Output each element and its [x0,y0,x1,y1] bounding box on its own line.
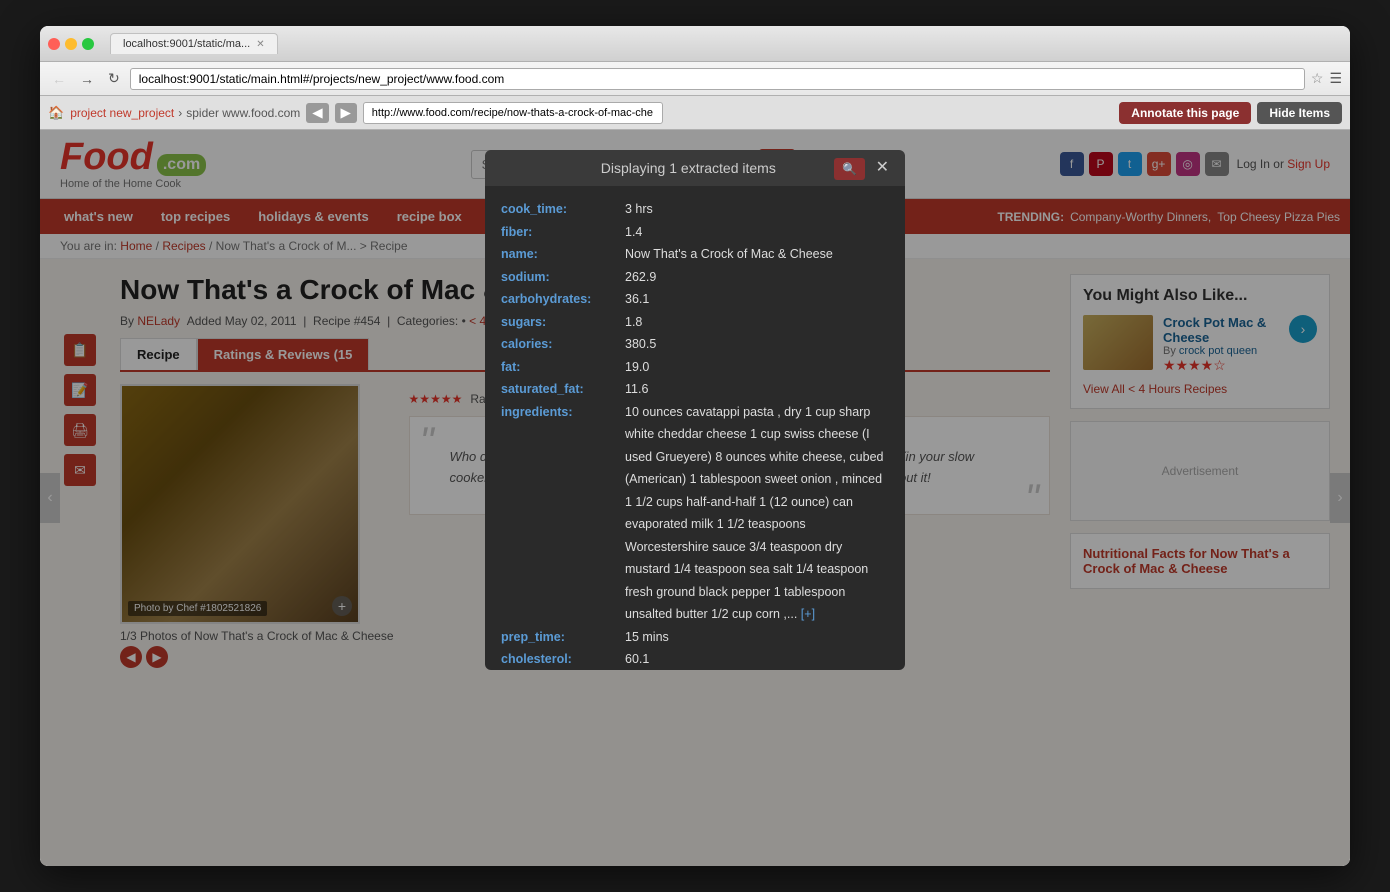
field-value: 3 hrs [625,198,889,221]
nav-bar: ← → ↻ ☆ ☰ [40,62,1350,96]
tab-bar: localhost:9001/static/ma... ✕ [110,33,1342,54]
modal-field-row: prep_time:15 mins [501,626,889,649]
maximize-button[interactable] [82,38,94,50]
field-key: name: [501,243,621,266]
field-value: Now That's a Crock of Mac & Cheese [625,243,889,266]
modal-field-row: name:Now That's a Crock of Mac & Cheese [501,243,889,266]
field-key: ingredients: [501,401,621,626]
field-key: fat: [501,356,621,379]
modal-field-row: cook_time:3 hrs [501,198,889,221]
window-controls [48,38,94,50]
modal-field-row: fiber:1.4 [501,221,889,244]
hide-items-button[interactable]: Hide Items [1257,102,1342,124]
modal-field-row: saturated_fat:11.6 [501,378,889,401]
project-link[interactable]: project new_project [70,106,174,120]
title-bar: localhost:9001/static/ma... ✕ [40,26,1350,62]
back-button[interactable]: ← [48,69,70,89]
field-value: 15 mins [625,626,889,649]
browser-tab[interactable]: localhost:9001/static/ma... ✕ [110,33,278,54]
spider-label: spider www.food.com [186,106,300,120]
address-bar[interactable] [130,68,1305,90]
modal-body: cook_time:3 hrsfiber:1.4name:Now That's … [485,186,905,670]
modal-field-row: cholesterol:60.1 [501,648,889,670]
field-value: 380.5 [625,333,889,356]
modal-title: Displaying 1 extracted items [501,160,876,176]
modal-search-button[interactable]: 🔍 [834,158,865,180]
modal-header: Displaying 1 extracted items 🔍 ✕ [485,150,905,186]
page-url-input[interactable] [363,102,663,124]
nav-next-btn[interactable]: ▶ [335,103,357,123]
modal-field-row: sugars:1.8 [501,311,889,334]
browser-window: localhost:9001/static/ma... ✕ ← → ↻ ☆ ☰ … [40,26,1350,866]
field-value: 60.1 [625,648,889,670]
field-key: prep_time: [501,626,621,649]
modal-field-row: ingredients:10 ounces cavatappi pasta , … [501,401,889,626]
home-icon[interactable]: 🏠 [48,105,64,121]
field-value: 1.4 [625,221,889,244]
nav-prev-btn[interactable]: ◀ [306,103,328,123]
modal-field-row: sodium:262.9 [501,266,889,289]
modal-field-row: calories:380.5 [501,333,889,356]
modal-overlay: Displaying 1 extracted items 🔍 ✕ cook_ti… [40,130,1350,866]
breadcrumb-separator: › [178,106,182,120]
bookmark-icon[interactable]: ☆ [1311,70,1324,87]
tab-title: localhost:9001/static/ma... [123,38,250,50]
field-value: 11.6 [625,378,889,401]
field-value: 36.1 [625,288,889,311]
modal-field-row: carbohydrates:36.1 [501,288,889,311]
expand-link[interactable]: [+] [797,607,815,621]
modal-close-button[interactable]: ✕ [876,160,889,176]
field-key: cholesterol: [501,648,621,670]
tab-close-icon[interactable]: ✕ [256,39,264,50]
annotate-button[interactable]: Annotate this page [1119,102,1251,124]
field-value: 10 ounces cavatappi pasta , dry 1 cup sh… [625,401,889,626]
page-content: Food .com Home of the Home Cook 🔍 f P t … [40,130,1350,866]
field-key: saturated_fat: [501,378,621,401]
refresh-button[interactable]: ↻ [104,68,124,89]
field-key: cook_time: [501,198,621,221]
extracted-items-modal: Displaying 1 extracted items 🔍 ✕ cook_ti… [485,150,905,670]
close-button[interactable] [48,38,60,50]
minimize-button[interactable] [65,38,77,50]
field-key: sodium: [501,266,621,289]
field-value: 19.0 [625,356,889,379]
modal-field-row: fat:19.0 [501,356,889,379]
forward-button[interactable]: → [76,69,98,89]
field-key: calories: [501,333,621,356]
menu-icon[interactable]: ☰ [1329,70,1342,87]
field-value: 1.8 [625,311,889,334]
field-key: sugars: [501,311,621,334]
field-key: fiber: [501,221,621,244]
food-website: Food .com Home of the Home Cook 🔍 f P t … [40,130,1350,866]
toolbar-bar: 🏠 project new_project › spider www.food.… [40,96,1350,130]
field-key: carbohydrates: [501,288,621,311]
toolbar-breadcrumb: project new_project › spider www.food.co… [70,106,300,120]
field-value: 262.9 [625,266,889,289]
